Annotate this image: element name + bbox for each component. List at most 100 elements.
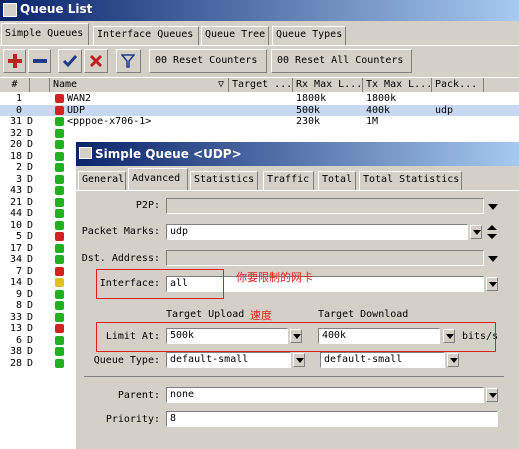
tab-statistics[interactable]: Statistics bbox=[190, 171, 258, 190]
remove-button[interactable] bbox=[28, 49, 51, 73]
filter-icon bbox=[121, 54, 135, 68]
queue-icon bbox=[55, 209, 64, 218]
tab-queue-tree[interactable]: Queue Tree bbox=[201, 26, 269, 45]
row-rx-max-limit: 1800k bbox=[296, 93, 327, 104]
dialog-title-bar[interactable]: Simple Queue <UDP> bbox=[76, 142, 519, 166]
table-row[interactable]: 32 D bbox=[0, 128, 519, 140]
row-number: 18 bbox=[9, 150, 22, 162]
sort-icon: ▽ bbox=[217, 79, 224, 90]
parent-field[interactable]: none bbox=[166, 387, 484, 403]
row-number: 44 bbox=[9, 208, 22, 219]
p2p-dropdown-icon[interactable] bbox=[488, 204, 498, 210]
dst-address-field[interactable] bbox=[166, 250, 484, 266]
row-flag: D bbox=[27, 323, 34, 334]
queue-icon bbox=[55, 140, 64, 149]
table-row[interactable]: 0 UDP 500k 400k udp bbox=[0, 104, 519, 116]
col-number[interactable]: # bbox=[0, 78, 30, 93]
row-tx-max-limit: 400k bbox=[366, 104, 391, 116]
title-bar[interactable]: Queue List bbox=[0, 0, 519, 21]
row-flag: D bbox=[27, 196, 34, 208]
queue-icon bbox=[55, 174, 64, 184]
priority-field[interactable]: 8 bbox=[166, 411, 498, 427]
queue-type-upload-field[interactable]: default-small bbox=[166, 352, 291, 368]
queue-type-label: Queue Type: bbox=[93, 355, 160, 366]
col-name[interactable]: Name ▽ bbox=[50, 78, 229, 93]
p2p-field[interactable] bbox=[166, 198, 484, 214]
queue-type-download-field[interactable]: default-small bbox=[320, 352, 445, 368]
queue-type-download-dropdown-icon[interactable] bbox=[447, 353, 459, 367]
packet-marks-label: Packet Marks: bbox=[81, 226, 160, 237]
tab-divider bbox=[0, 45, 519, 46]
row-flag: D bbox=[27, 300, 34, 311]
tab-traffic[interactable]: Traffic bbox=[263, 171, 314, 190]
interface-annotation: 你要限制的网卡 bbox=[236, 271, 313, 284]
queue-list-window: Queue List Simple Queues Interface Queue… bbox=[0, 0, 519, 449]
row-number: 28 bbox=[9, 357, 22, 369]
row-number: 2 bbox=[15, 162, 22, 173]
cross-icon bbox=[89, 54, 103, 68]
row-rx-max-limit: 230k bbox=[296, 116, 321, 127]
interface-dropdown-icon[interactable] bbox=[486, 277, 498, 291]
tab-queue-types[interactable]: Queue Types bbox=[272, 26, 346, 45]
row-flag: D bbox=[27, 173, 34, 185]
parent-dropdown-icon[interactable] bbox=[486, 388, 498, 402]
enable-button[interactable] bbox=[58, 49, 82, 73]
tab-total-statistics[interactable]: Total Statistics bbox=[359, 171, 462, 190]
tab-interface-queues[interactable]: Interface Queues bbox=[93, 26, 199, 45]
queue-icon bbox=[55, 278, 64, 287]
col-rx-max-limit[interactable]: Rx Max L... bbox=[293, 78, 363, 93]
col-target[interactable]: Target ... bbox=[229, 78, 293, 93]
col-name-label: Name bbox=[53, 79, 78, 90]
target-download-label: Target Download bbox=[318, 309, 409, 320]
section-divider bbox=[84, 376, 504, 377]
row-number: 33 bbox=[9, 311, 22, 323]
table-row[interactable]: 31 D <pppoe-x706-1> 230k 1M bbox=[0, 116, 519, 128]
tab-advanced[interactable]: Advanced bbox=[128, 168, 188, 190]
tab-simple-queues[interactable]: Simple Queues bbox=[1, 23, 89, 45]
row-flag: D bbox=[27, 334, 34, 346]
up-down-arrows-icon[interactable] bbox=[486, 224, 498, 240]
parent-label: Parent: bbox=[117, 390, 160, 401]
queue-type-upload-dropdown-icon[interactable] bbox=[293, 353, 305, 367]
reset-all-counters-button[interactable]: 00 Reset All Counters bbox=[271, 49, 412, 73]
dst-address-label: Dst. Address: bbox=[81, 253, 160, 264]
table-row[interactable]: 1 WAN2 1800k 1800k bbox=[0, 93, 519, 105]
dialog-title: Simple Queue <UDP> bbox=[95, 147, 242, 161]
minus-icon bbox=[33, 59, 47, 63]
col-packet-marks[interactable]: Pack... bbox=[432, 78, 484, 93]
queue-icon bbox=[55, 243, 64, 253]
row-number: 31 bbox=[9, 116, 22, 127]
row-number: 8 bbox=[15, 300, 22, 311]
priority-label: Priority: bbox=[105, 414, 160, 425]
packet-marks-field[interactable]: udp bbox=[166, 224, 468, 240]
row-flag: D bbox=[27, 357, 34, 369]
p2p-label: P2P: bbox=[135, 200, 160, 211]
row-number: 6 bbox=[15, 334, 22, 346]
queue-icon bbox=[55, 335, 64, 345]
dst-address-dropdown-icon[interactable] bbox=[488, 256, 498, 262]
row-flag: D bbox=[27, 116, 34, 127]
packet-marks-dropdown-icon[interactable] bbox=[470, 225, 482, 239]
add-button[interactable] bbox=[3, 49, 26, 73]
filter-button[interactable] bbox=[116, 49, 141, 73]
row-number: 38 bbox=[9, 346, 22, 357]
tab-total[interactable]: Total bbox=[318, 171, 356, 190]
row-flag: D bbox=[27, 254, 34, 265]
queue-icon bbox=[55, 151, 64, 161]
col-tx-max-limit[interactable]: Tx Max L... bbox=[363, 78, 432, 93]
col-flag[interactable] bbox=[30, 78, 50, 93]
row-rx-max-limit: 500k bbox=[296, 104, 321, 116]
row-flag: D bbox=[27, 208, 34, 219]
col-extra[interactable] bbox=[484, 78, 519, 93]
dialog-tab-divider bbox=[76, 190, 519, 191]
reset-counters-button[interactable]: 00 Reset Counters bbox=[149, 49, 267, 73]
simple-queue-dialog: Simple Queue <UDP> General Advanced Stat… bbox=[75, 141, 519, 449]
row-number: 5 bbox=[15, 231, 22, 242]
tab-general[interactable]: General bbox=[78, 171, 126, 190]
queue-icon bbox=[55, 197, 64, 207]
row-number: 7 bbox=[15, 265, 22, 277]
row-number: 0 bbox=[15, 104, 22, 116]
disable-button[interactable] bbox=[84, 49, 108, 73]
target-upload-label: Target Upload bbox=[166, 309, 245, 320]
row-name: UDP bbox=[67, 104, 86, 116]
